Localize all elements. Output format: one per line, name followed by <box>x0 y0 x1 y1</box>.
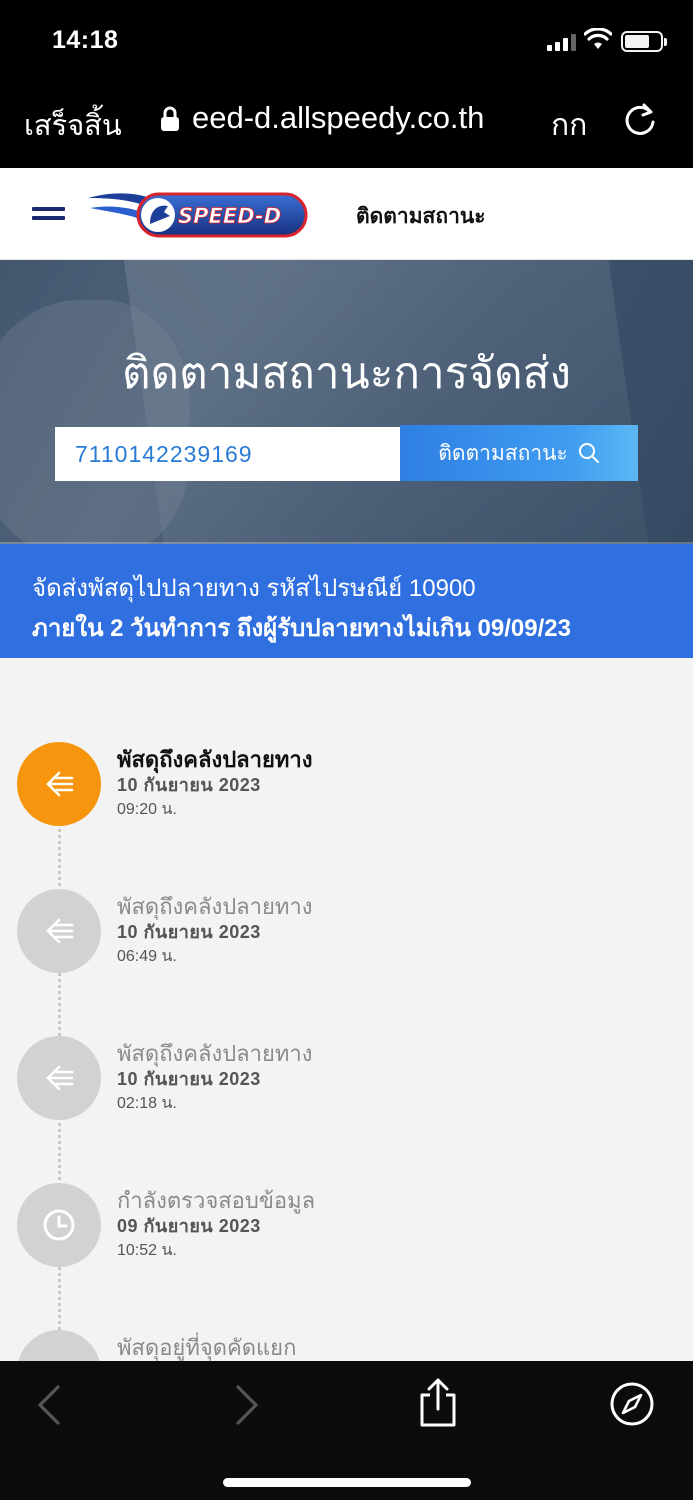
url-field[interactable]: eed-d.allspeedy.co.th <box>192 100 532 136</box>
page-title: ติดตามสถานะการจัดส่ง <box>121 349 572 398</box>
search-icon <box>578 443 599 463</box>
logo-text: SPEED-D <box>178 204 281 228</box>
battery-icon <box>621 31 667 52</box>
track-button-label: ติดตามสถานะ <box>438 440 568 465</box>
arrow-left-icon <box>46 1065 74 1091</box>
menu-icon[interactable] <box>32 207 65 221</box>
nav-link-tracking[interactable]: ติดตามสถานะ <box>356 200 486 233</box>
home-indicator[interactable] <box>223 1478 471 1487</box>
text-size-button[interactable]: กก <box>551 102 587 149</box>
hero-section: ติดตามสถานะการจัดส่ง ติดตามสถานะ <box>0 260 693 544</box>
timeline-status-circle <box>17 1330 101 1361</box>
timeline-item-time: 06:49 น. <box>117 948 177 965</box>
status-bar: 14:18 <box>0 0 693 84</box>
timeline-item: พัสดุถึงคลังปลายทาง 10 กันยายน 2023 06:4… <box>0 889 693 1036</box>
forward-icon[interactable] <box>232 1383 262 1427</box>
arrow-left-icon <box>46 918 74 944</box>
tracking-timeline: พัสดุถึงคลังปลายทาง 10 กันยายน 2023 09:2… <box>0 658 693 1361</box>
lock-icon <box>161 106 179 131</box>
browser-toolbar <box>0 1361 693 1500</box>
tracking-number-input[interactable] <box>55 427 400 481</box>
share-icon[interactable] <box>416 1377 460 1429</box>
arrow-left-icon <box>46 771 74 797</box>
timeline-status-circle <box>17 1183 101 1267</box>
timeline-item-date: 10 กันยายน 2023 <box>117 922 261 942</box>
timeline-item: กำลังตรวจสอบข้อมูล 09 กันยายน 2023 10:52… <box>0 1183 693 1330</box>
timeline-item-title: พัสดุอยู่ที่จุดคัดแยก <box>117 1335 297 1360</box>
back-icon[interactable] <box>34 1383 64 1427</box>
compass-icon[interactable] <box>609 1381 655 1427</box>
timeline-status-circle <box>17 1036 101 1120</box>
delivery-eta-text: ภายใน 2 วันทำการ ถึงผู้รับปลายทางไม่เกิน… <box>32 615 571 642</box>
clock-icon <box>43 1209 75 1241</box>
timeline-item: พัสดุอยู่ที่จุดคัดแยก <box>0 1330 693 1361</box>
status-time: 14:18 <box>52 26 119 54</box>
timeline-item-date: 10 กันยายน 2023 <box>117 1069 261 1089</box>
timeline-status-circle <box>17 889 101 973</box>
delivery-estimate-banner: จัดส่งพัสดุไปปลายทาง รหัสไปรษณีย์ 10900 … <box>0 544 693 658</box>
timeline-item-time: 09:20 น. <box>117 801 177 818</box>
timeline-item: พัสดุถึงคลังปลายทาง 10 กันยายน 2023 02:1… <box>0 1036 693 1183</box>
timeline-status-circle <box>17 742 101 826</box>
speed-d-logo[interactable]: SPEED-D <box>86 186 308 242</box>
timeline-item-time: 10:52 น. <box>117 1242 177 1259</box>
delivery-destination-text: จัดส่งพัสดุไปปลายทาง รหัสไปรษณีย์ 10900 <box>32 575 476 602</box>
timeline-item-date: 09 กันยายน 2023 <box>117 1216 261 1236</box>
cellular-signal-icon <box>547 33 577 51</box>
reload-icon[interactable] <box>624 102 658 138</box>
timeline-item-time: 02:18 น. <box>117 1095 177 1112</box>
site-header: SPEED-D ติดตามสถานะ <box>0 168 693 260</box>
wifi-icon <box>584 28 612 49</box>
timeline-item: พัสดุถึงคลังปลายทาง 10 กันยายน 2023 09:2… <box>0 742 693 889</box>
browser-address-bar: เสร็จสิ้น eed-d.allspeedy.co.th กก <box>0 84 693 168</box>
done-button[interactable]: เสร็จสิ้น <box>24 102 122 148</box>
timeline-item-date: 10 กันยายน 2023 <box>117 775 261 795</box>
track-status-button[interactable]: ติดตามสถานะ <box>400 425 638 481</box>
